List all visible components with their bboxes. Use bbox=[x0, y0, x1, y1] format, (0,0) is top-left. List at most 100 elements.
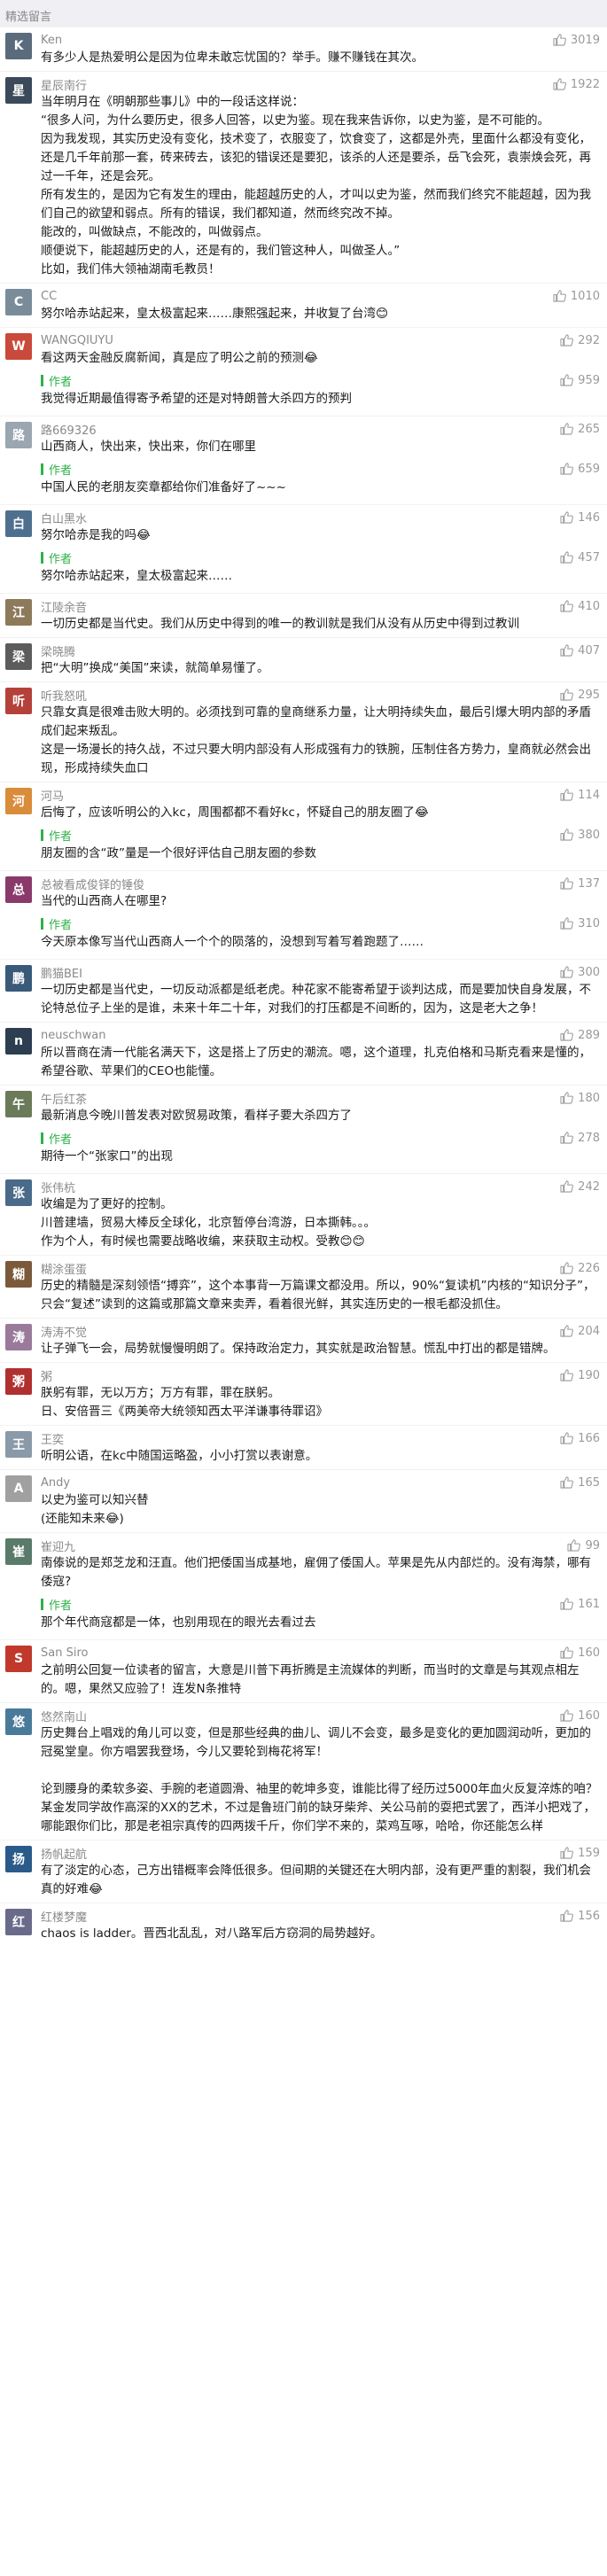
thumbs-up-icon[interactable] bbox=[560, 423, 574, 435]
avatar[interactable]: 红 bbox=[5, 1909, 32, 1935]
like-button[interactable]: 190 bbox=[560, 1369, 600, 1382]
like-button[interactable]: 99 bbox=[567, 1539, 600, 1553]
avatar[interactable]: 星 bbox=[5, 77, 32, 104]
reply-like-button[interactable]: 278 bbox=[560, 1132, 600, 1145]
commenter-name[interactable]: 悠然南山 bbox=[41, 1708, 87, 1724]
thumbs-up-icon[interactable] bbox=[553, 34, 566, 46]
avatar[interactable]: 崔 bbox=[5, 1538, 32, 1565]
like-button[interactable]: 295 bbox=[560, 689, 600, 702]
avatar[interactable]: 鹏 bbox=[5, 965, 32, 992]
commenter-name[interactable]: 星辰南行 bbox=[41, 76, 87, 93]
thumbs-up-icon[interactable] bbox=[560, 1325, 574, 1337]
like-button[interactable]: 114 bbox=[560, 789, 600, 802]
avatar[interactable]: 涛 bbox=[5, 1324, 32, 1350]
thumbs-up-icon[interactable] bbox=[560, 1432, 574, 1444]
commenter-name[interactable]: 听我怒吼 bbox=[41, 687, 87, 704]
like-button[interactable]: 300 bbox=[560, 966, 600, 979]
commenter-name[interactable]: 总被看成俊铎的锤俊 bbox=[41, 876, 144, 892]
thumbs-up-icon[interactable] bbox=[560, 689, 574, 701]
thumbs-up-icon[interactable] bbox=[560, 374, 574, 386]
thumbs-up-icon[interactable] bbox=[560, 1476, 574, 1489]
commenter-name[interactable]: Ken bbox=[41, 34, 62, 47]
commenter-name[interactable]: 河马 bbox=[41, 787, 64, 804]
thumbs-up-icon[interactable] bbox=[560, 966, 574, 978]
commenter-name[interactable]: 梁晓腾 bbox=[41, 642, 75, 659]
avatar[interactable]: 白 bbox=[5, 510, 32, 537]
thumbs-up-icon[interactable] bbox=[560, 877, 574, 890]
commenter-name[interactable]: 涛涛不觉 bbox=[41, 1323, 87, 1340]
like-button[interactable]: 160 bbox=[560, 1646, 600, 1660]
like-button[interactable]: 289 bbox=[560, 1029, 600, 1042]
thumbs-up-icon[interactable] bbox=[560, 1910, 574, 1922]
thumbs-up-icon[interactable] bbox=[560, 511, 574, 524]
commenter-name[interactable]: WANGQIUYU bbox=[41, 334, 113, 347]
commenter-name[interactable]: CC bbox=[41, 290, 57, 303]
avatar[interactable]: W bbox=[5, 333, 32, 360]
avatar[interactable]: 糊 bbox=[5, 1261, 32, 1288]
like-button[interactable]: 156 bbox=[560, 1910, 600, 1923]
like-button[interactable]: 204 bbox=[560, 1325, 600, 1338]
reply-like-button[interactable]: 310 bbox=[560, 917, 600, 930]
thumbs-up-icon[interactable] bbox=[560, 1369, 574, 1381]
like-button[interactable]: 410 bbox=[560, 600, 600, 613]
thumbs-up-icon[interactable] bbox=[560, 1092, 574, 1104]
commenter-name[interactable]: 王奕 bbox=[41, 1430, 64, 1447]
thumbs-up-icon[interactable] bbox=[567, 1539, 581, 1552]
avatar[interactable]: C bbox=[5, 289, 32, 315]
avatar[interactable]: 梁 bbox=[5, 643, 32, 670]
commenter-name[interactable]: 粥 bbox=[41, 1367, 52, 1384]
like-button[interactable]: 292 bbox=[560, 334, 600, 347]
thumbs-up-icon[interactable] bbox=[553, 290, 566, 302]
reply-like-button[interactable]: 380 bbox=[560, 829, 600, 842]
like-button[interactable]: 180 bbox=[560, 1092, 600, 1105]
like-button[interactable]: 242 bbox=[560, 1180, 600, 1194]
like-button[interactable]: 166 bbox=[560, 1432, 600, 1445]
avatar[interactable]: 江 bbox=[5, 599, 32, 626]
avatar[interactable]: S bbox=[5, 1646, 32, 1672]
commenter-name[interactable]: 午后红茶 bbox=[41, 1090, 87, 1107]
thumbs-up-icon[interactable] bbox=[560, 1029, 574, 1041]
thumbs-up-icon[interactable] bbox=[560, 829, 574, 841]
avatar[interactable]: 路 bbox=[5, 422, 32, 448]
avatar[interactable]: 粥 bbox=[5, 1368, 32, 1395]
thumbs-up-icon[interactable] bbox=[560, 1598, 574, 1610]
thumbs-up-icon[interactable] bbox=[560, 600, 574, 612]
like-button[interactable]: 137 bbox=[560, 877, 600, 891]
thumbs-up-icon[interactable] bbox=[560, 334, 574, 346]
thumbs-up-icon[interactable] bbox=[560, 463, 574, 475]
commenter-name[interactable]: 鹏猫BEI bbox=[41, 964, 82, 981]
thumbs-up-icon[interactable] bbox=[560, 1132, 574, 1144]
avatar[interactable]: 悠 bbox=[5, 1708, 32, 1735]
thumbs-up-icon[interactable] bbox=[553, 78, 566, 90]
thumbs-up-icon[interactable] bbox=[560, 1262, 574, 1274]
commenter-name[interactable]: 白山黑水 bbox=[41, 510, 87, 526]
avatar[interactable]: A bbox=[5, 1475, 32, 1502]
like-button[interactable]: 226 bbox=[560, 1262, 600, 1275]
reply-like-button[interactable]: 457 bbox=[560, 551, 600, 564]
thumbs-up-icon[interactable] bbox=[560, 917, 574, 930]
thumbs-up-icon[interactable] bbox=[560, 789, 574, 801]
thumbs-up-icon[interactable] bbox=[560, 1847, 574, 1859]
thumbs-up-icon[interactable] bbox=[560, 644, 574, 657]
like-button[interactable]: 407 bbox=[560, 644, 600, 658]
like-button[interactable]: 3019 bbox=[553, 34, 600, 47]
commenter-name[interactable]: 路669326 bbox=[41, 421, 97, 438]
like-button[interactable]: 165 bbox=[560, 1476, 600, 1490]
commenter-name[interactable]: 扬帆起航 bbox=[41, 1845, 87, 1862]
commenter-name[interactable]: 江陵余音 bbox=[41, 598, 87, 615]
avatar[interactable]: 午 bbox=[5, 1091, 32, 1117]
thumbs-up-icon[interactable] bbox=[560, 551, 574, 564]
like-button[interactable]: 160 bbox=[560, 1709, 600, 1723]
commenter-name[interactable]: 糊涂蛋蛋 bbox=[41, 1260, 87, 1277]
avatar[interactable]: 听 bbox=[5, 688, 32, 714]
like-button[interactable]: 265 bbox=[560, 423, 600, 436]
avatar[interactable]: 河 bbox=[5, 788, 32, 814]
reply-like-button[interactable]: 959 bbox=[560, 374, 600, 387]
commenter-name[interactable]: San Siro bbox=[41, 1646, 88, 1660]
commenter-name[interactable]: 红楼梦魔 bbox=[41, 1908, 87, 1925]
like-button[interactable]: 1010 bbox=[553, 290, 600, 303]
avatar[interactable]: 扬 bbox=[5, 1846, 32, 1872]
like-button[interactable]: 159 bbox=[560, 1847, 600, 1860]
thumbs-up-icon[interactable] bbox=[560, 1180, 574, 1193]
commenter-name[interactable]: 崔迎九 bbox=[41, 1537, 75, 1554]
